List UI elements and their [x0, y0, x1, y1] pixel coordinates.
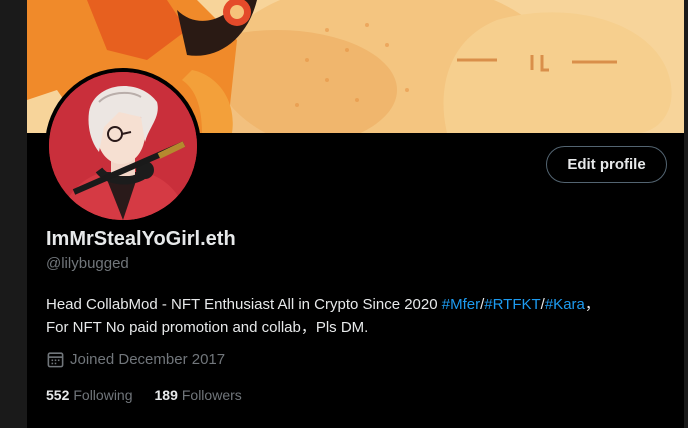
bio-line1-text: Head CollabMod - NFT Enthusiast All in C… [46, 296, 442, 313]
hashtag-mfer[interactable]: #Mfer [442, 296, 480, 313]
following-label: Following [73, 387, 133, 403]
followers-label: Followers [181, 387, 242, 403]
bio-line1-end: ， [584, 296, 600, 313]
avatar[interactable] [49, 72, 197, 220]
following-count: 552 [46, 387, 70, 403]
followers-link[interactable]: 189 Followers [155, 387, 242, 403]
followers-count: 189 [154, 387, 178, 403]
profile-handle: @lilybugged [46, 255, 129, 272]
joined-date: Joined December 2017 [46, 350, 225, 369]
bio-line2: For NFT No paid promotion and collab，Pls… [46, 319, 369, 336]
avatar-artwork [49, 72, 197, 220]
right-gutter [684, 0, 688, 428]
display-name: ImMrStealYoGirl.eth [46, 228, 236, 250]
hashtag-rtfkt[interactable]: #RTFKT [484, 296, 540, 313]
hashtag-kara[interactable]: #Kara [545, 296, 585, 313]
edit-profile-button[interactable]: Edit profile [546, 146, 667, 183]
following-link[interactable]: 552 Following [46, 387, 133, 403]
follow-stats: 552 Following 189 Followers [46, 387, 242, 403]
left-gutter [0, 0, 27, 428]
joined-text: Joined December 2017 [70, 351, 226, 368]
calendar-icon [46, 350, 65, 369]
profile-bio: Head CollabMod - NFT Enthusiast All in C… [46, 293, 676, 339]
